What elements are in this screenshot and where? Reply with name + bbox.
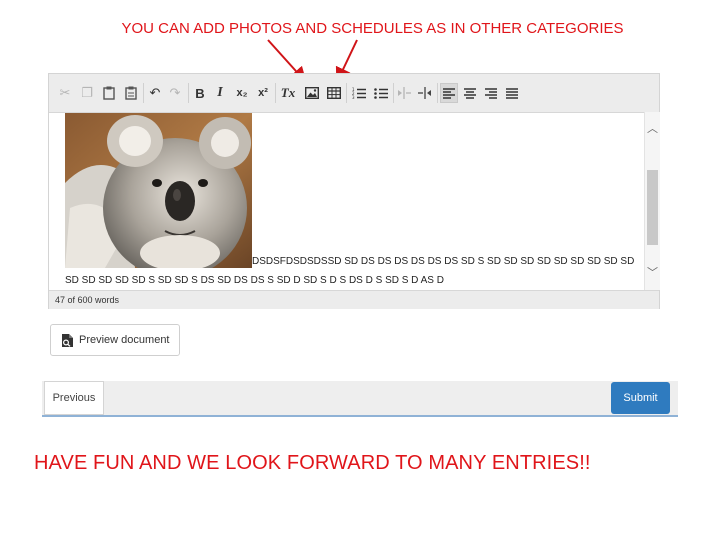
bottom-caption: HAVE FUN AND WE LOOK FORWARD TO MANY ENT…: [34, 452, 591, 474]
editor-text-line: SD SD SD SD SD S SD SD S DS SD DS DS S S…: [65, 275, 444, 286]
image-icon[interactable]: [304, 84, 320, 102]
submit-button[interactable]: Submit: [611, 382, 670, 414]
bulleted-list-icon[interactable]: [373, 84, 389, 102]
justify-icon[interactable]: [504, 84, 520, 102]
chevron-up-icon[interactable]: ︿: [645, 120, 660, 135]
outdent-icon[interactable]: [396, 84, 412, 102]
top-caption: YOU CAN ADD PHOTOS AND SCHEDULES AS IN O…: [121, 20, 624, 37]
undo-icon[interactable]: ↶: [147, 84, 163, 102]
table-icon[interactable]: [326, 84, 342, 102]
editor-scrollbar[interactable]: ︿ ﹀: [644, 112, 660, 290]
chevron-down-icon[interactable]: ﹀: [645, 264, 660, 279]
document-icon: [62, 333, 73, 347]
rich-text-editor: ✂ ❐ ↶ ↷ B I x₂ x² Tx 123 DSDSFDSDSDSSD S…: [48, 73, 660, 309]
toolbar-separator: [437, 83, 438, 103]
koala-photo: [65, 113, 252, 268]
paste-icon[interactable]: [101, 84, 117, 102]
italic-icon[interactable]: I: [212, 84, 228, 102]
svg-text:3: 3: [352, 95, 355, 99]
clear-format-icon[interactable]: Tx: [280, 84, 296, 102]
toolbar-separator: [188, 83, 189, 103]
previous-button[interactable]: Previous: [44, 381, 104, 415]
copy-icon[interactable]: ❐: [79, 84, 95, 102]
preview-document-button[interactable]: Preview document: [50, 324, 180, 356]
cut-icon[interactable]: ✂: [57, 84, 73, 102]
form-footer: Previous Submit: [42, 381, 678, 417]
redo-icon[interactable]: ↷: [167, 84, 183, 102]
superscript-icon[interactable]: x²: [255, 84, 271, 102]
toolbar-separator: [143, 83, 144, 103]
subscript-icon[interactable]: x₂: [234, 84, 250, 102]
preview-button-label: Preview document: [79, 334, 170, 346]
align-left-icon[interactable]: [440, 83, 458, 103]
editor-text-line: DSDSFDSDSDSSD SD DS DS DS DS DS DS SD S …: [252, 256, 635, 267]
editor-content[interactable]: DSDSFDSDSDSSD SD DS DS DS DS DS DS SD S …: [49, 112, 644, 290]
editor-toolbar: ✂ ❐ ↶ ↷ B I x₂ x² Tx 123: [49, 74, 659, 113]
paste-text-icon[interactable]: [123, 84, 139, 102]
numbered-list-icon[interactable]: 123: [351, 84, 367, 102]
scrollbar-thumb[interactable]: [647, 170, 658, 245]
toolbar-separator: [393, 83, 394, 103]
word-count: 47 of 600 words: [49, 290, 659, 309]
align-right-icon[interactable]: [483, 84, 499, 102]
indent-icon[interactable]: [417, 84, 433, 102]
toolbar-separator: [275, 83, 276, 103]
align-center-icon[interactable]: [462, 84, 478, 102]
toolbar-separator: [346, 83, 347, 103]
bold-icon[interactable]: B: [192, 84, 208, 102]
